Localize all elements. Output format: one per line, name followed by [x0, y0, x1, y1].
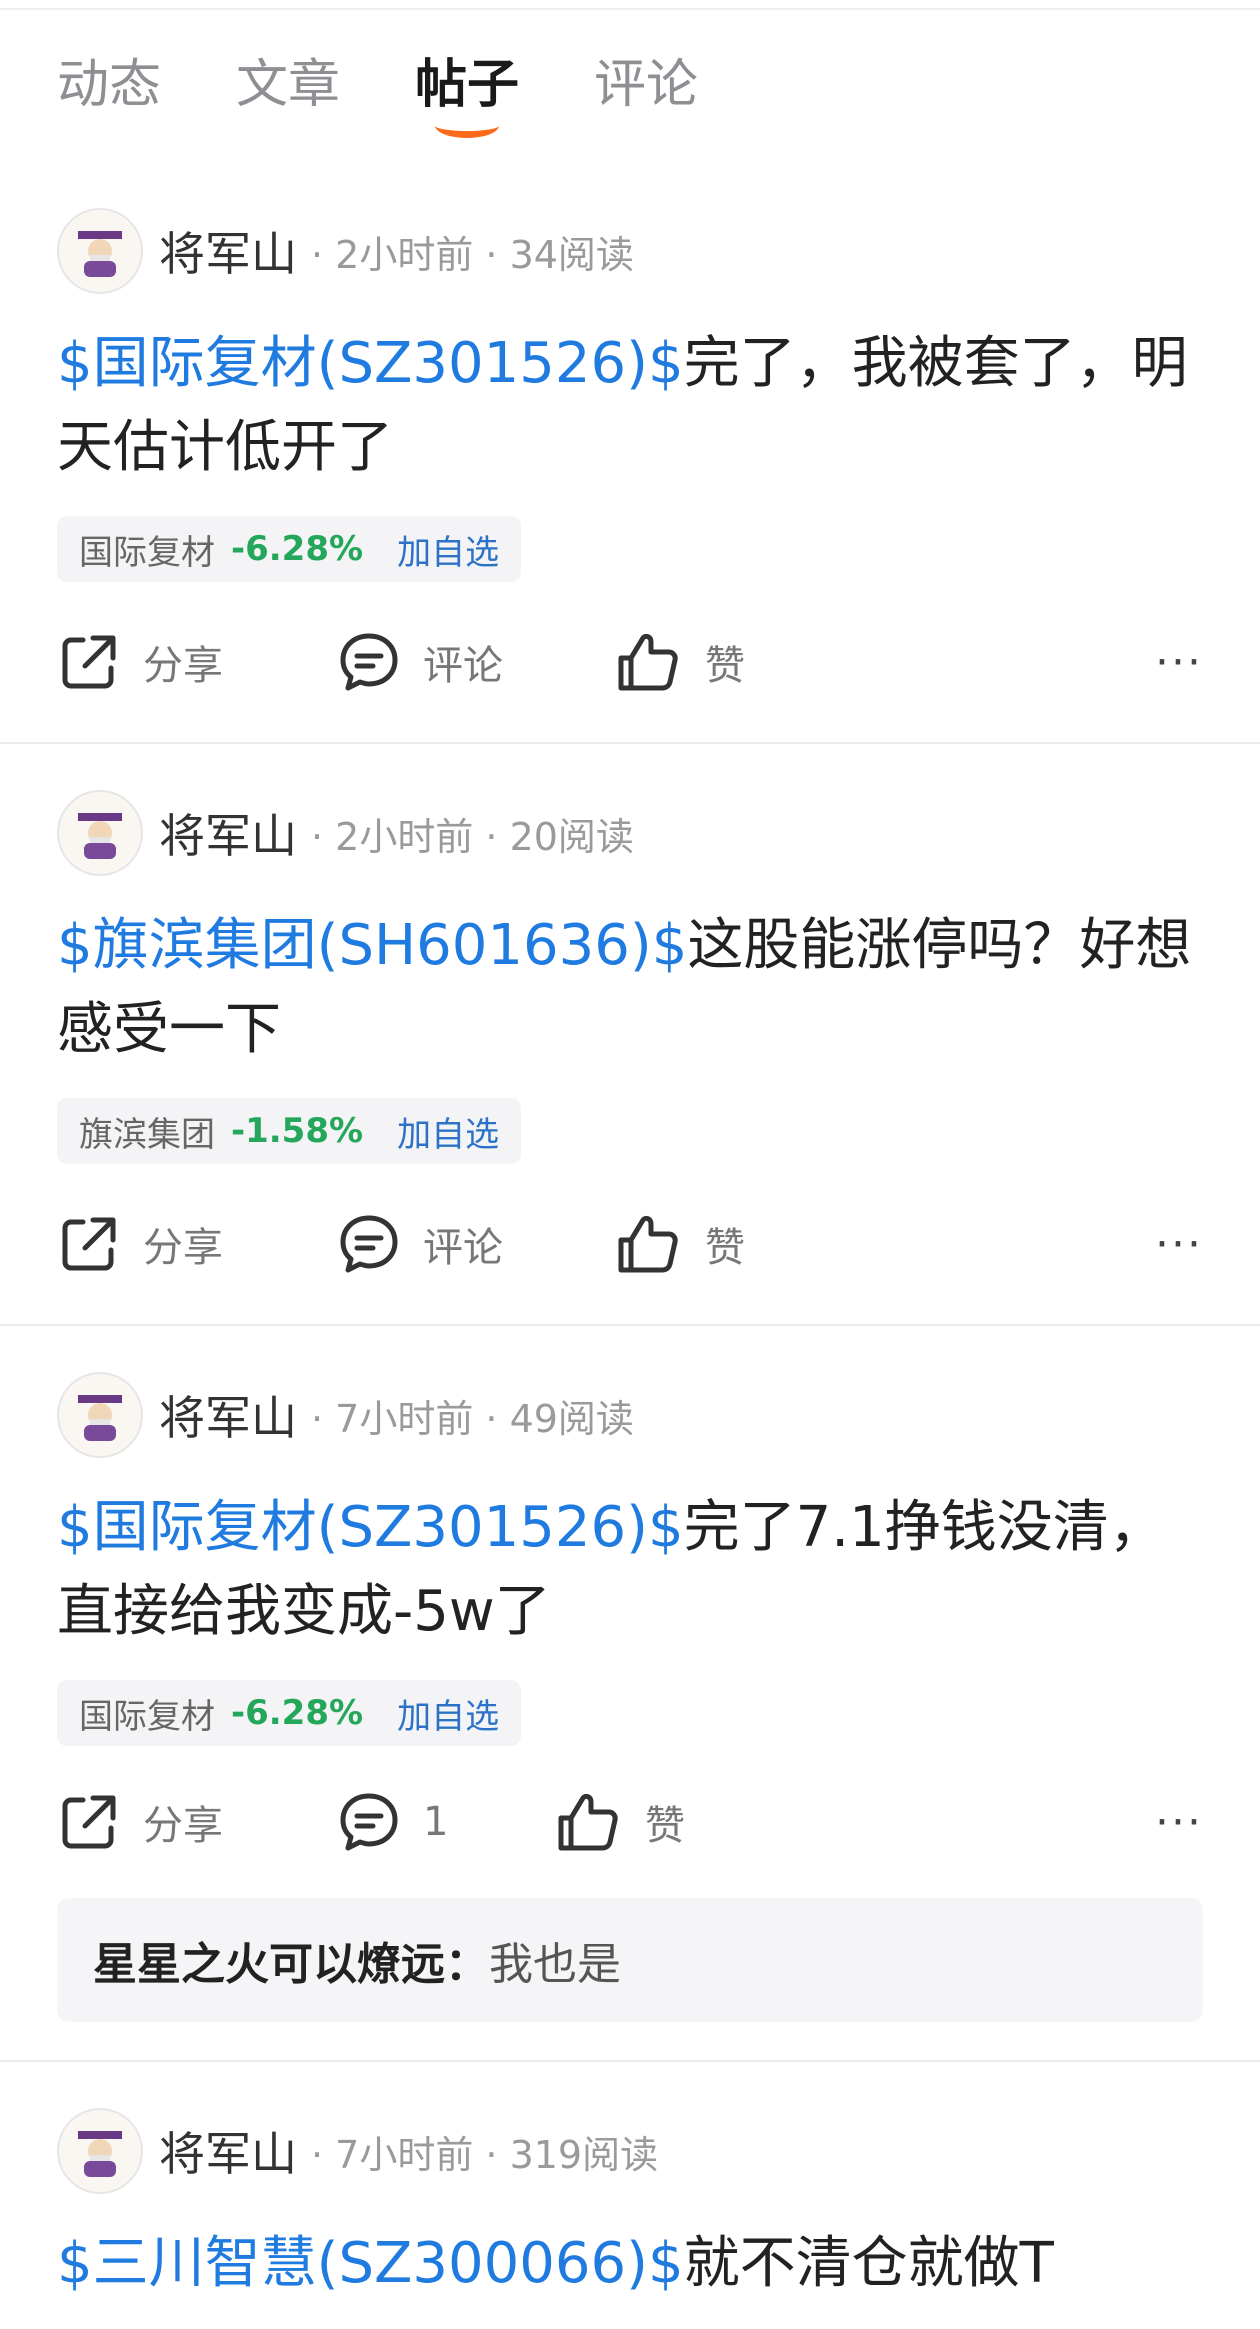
tab-dynamics[interactable]: 动态: [57, 50, 161, 120]
stock-quote-tag[interactable]: 国际复材 -6.28% 加自选: [57, 1680, 522, 1746]
comment-preview[interactable]: 星星之火可以燎远 ： 我也是: [57, 1898, 1203, 2022]
share-button[interactable]: 分享: [57, 1790, 337, 1854]
post-text[interactable]: $三川智慧(SZ300066)$就不清仓就做T: [57, 2222, 1203, 2306]
comment-icon: [340, 1793, 398, 1851]
author-avatar[interactable]: [57, 790, 143, 876]
quote-change: -6.28%: [231, 529, 364, 569]
comment-button[interactable]: 评论: [337, 630, 617, 694]
stock-link[interactable]: $三川智慧(SZ300066)$: [57, 2231, 684, 2296]
author-name[interactable]: 将军山: [159, 1382, 297, 1448]
top-divider: [0, 0, 1260, 10]
post-meta: · 2小时前 · 34阅读: [311, 232, 634, 277]
share-icon: [62, 1795, 116, 1849]
avatar-image-icon: [78, 813, 122, 859]
post-actions: 分享 评论 赞 ···: [57, 1164, 1203, 1324]
add-watchlist-button[interactable]: 加自选: [397, 525, 499, 574]
avatar-image-icon: [78, 2131, 122, 2177]
author-name[interactable]: 将军山: [159, 218, 297, 284]
thumbs-up-icon: [618, 1215, 678, 1273]
stock-quote-tag[interactable]: 国际复材 -6.28% 加自选: [57, 516, 522, 582]
tab-posts[interactable]: 帖子: [415, 50, 520, 138]
author-name[interactable]: 将军山: [159, 800, 297, 866]
post-text[interactable]: $旗滨集团(SH601636)$这股能涨停吗？好想感受一下: [57, 904, 1203, 1072]
post-header: 将军山 · 7小时前 · 49阅读: [57, 1326, 1203, 1460]
more-options-icon[interactable]: ···: [1155, 1219, 1203, 1270]
author-avatar[interactable]: [57, 208, 143, 294]
active-tab-indicator: [435, 113, 500, 138]
post-text[interactable]: $国际复材(SZ301526)$完了，我被套了，明天估计低开了: [57, 322, 1203, 490]
author-avatar[interactable]: [57, 2108, 143, 2194]
like-label: 赞: [705, 643, 745, 689]
comment-label: 评论: [423, 643, 503, 689]
share-label: 分享: [143, 1225, 223, 1271]
comment-author[interactable]: 星星之火可以燎远: [93, 1928, 445, 1992]
like-button[interactable]: 赞: [557, 1790, 685, 1854]
thumbs-up-icon: [618, 633, 678, 691]
thumbs-up-icon: [558, 1793, 618, 1851]
stock-link[interactable]: $国际复材(SZ301526)$: [57, 331, 684, 396]
comment-icon: [340, 633, 398, 691]
profile-tabs: 动态 文章 帖子 评论: [0, 10, 1260, 160]
share-button[interactable]: 分享: [57, 630, 337, 694]
tab-posts-label: 帖子: [415, 55, 520, 115]
share-icon: [62, 635, 116, 689]
like-button[interactable]: 赞: [617, 630, 745, 694]
quote-change: -1.58%: [231, 1111, 364, 1151]
add-watchlist-button[interactable]: 加自选: [397, 1107, 499, 1156]
post-item[interactable]: 将军山 · 2小时前 · 20阅读 $旗滨集团(SH601636)$这股能涨停吗…: [0, 744, 1260, 1326]
comment-separator: ：: [445, 1939, 489, 1990]
like-button[interactable]: 赞: [617, 1212, 745, 1276]
share-label: 分享: [143, 1803, 223, 1849]
author-name[interactable]: 将军山: [159, 2118, 297, 2184]
add-watchlist-button[interactable]: 加自选: [397, 1689, 499, 1738]
post-meta: · 7小时前 · 49阅读: [311, 1396, 634, 1441]
post-item[interactable]: 将军山 · 7小时前 · 49阅读 $国际复材(SZ301526)$完了7.1挣…: [0, 1326, 1260, 2062]
comment-text: 我也是: [489, 1939, 621, 1990]
quote-stock-name: 旗滨集团: [79, 1114, 215, 1155]
share-button[interactable]: 分享: [57, 1212, 337, 1276]
post-item[interactable]: 将军山 · 2小时前 · 34阅读 $国际复材(SZ301526)$完了，我被套…: [0, 160, 1260, 744]
quote-stock-name: 国际复材: [79, 1696, 215, 1737]
post-actions: 分享 1 赞 ···: [57, 1746, 1203, 1898]
post-header: 将军山 · 2小时前 · 20阅读: [57, 744, 1203, 878]
stock-quote-tag[interactable]: 旗滨集团 -1.58% 加自选: [57, 1098, 522, 1164]
share-label: 分享: [143, 643, 223, 689]
more-options-icon[interactable]: ···: [1155, 1797, 1203, 1848]
like-label: 赞: [705, 1225, 745, 1271]
post-content: 就不清仓就做T: [683, 2231, 1054, 2296]
quote-stock-name: 国际复材: [79, 532, 215, 573]
post-meta: · 7小时前 · 319阅读: [311, 2132, 659, 2177]
avatar-image-icon: [78, 1395, 122, 1441]
like-label: 赞: [645, 1803, 685, 1849]
stock-link[interactable]: $国际复材(SZ301526)$: [57, 1495, 684, 1560]
post-meta: · 2小时前 · 20阅读: [311, 814, 634, 859]
post-actions: 分享 评论 赞 ···: [57, 582, 1203, 742]
post-text[interactable]: $国际复材(SZ301526)$完了7.1挣钱没清，直接给我变成-5w了: [57, 1486, 1203, 1654]
comment-button[interactable]: 评论: [337, 1212, 617, 1276]
comment-button[interactable]: 1: [337, 1790, 557, 1854]
author-avatar[interactable]: [57, 1372, 143, 1458]
avatar-image-icon: [78, 231, 122, 277]
post-header: 将军山 · 2小时前 · 34阅读: [57, 160, 1203, 296]
share-icon: [62, 1217, 116, 1271]
post-item[interactable]: 将军山 · 7小时前 · 319阅读 $三川智慧(SZ300066)$就不清仓就…: [0, 2062, 1260, 2329]
comment-label: 评论: [423, 1225, 503, 1271]
tab-articles[interactable]: 文章: [236, 50, 340, 120]
more-options-icon[interactable]: ···: [1155, 637, 1203, 688]
post-header: 将军山 · 7小时前 · 319阅读: [57, 2062, 1203, 2196]
quote-change: -6.28%: [231, 1693, 364, 1733]
tab-comments[interactable]: 评论: [594, 50, 698, 120]
comment-icon: [340, 1215, 398, 1273]
comment-count: 1: [423, 1799, 449, 1845]
stock-link[interactable]: $旗滨集团(SH601636)$: [57, 913, 687, 978]
